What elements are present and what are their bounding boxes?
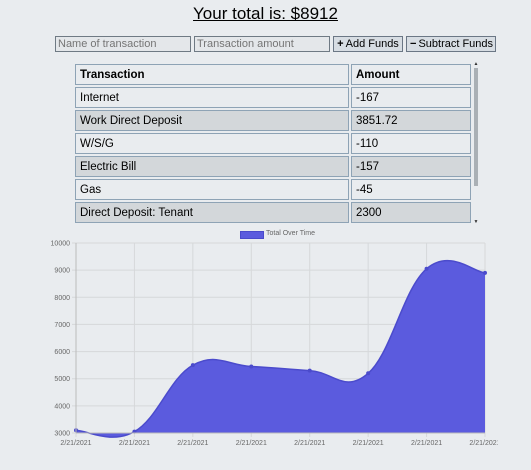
transaction-amount-input[interactable]: [194, 36, 330, 52]
y-tick-label: 3000: [54, 431, 70, 438]
subtract-funds-button[interactable]: − Subtract Funds: [406, 36, 496, 52]
y-tick-label: 4000: [54, 403, 70, 410]
transactions-table: Transaction Amount Internet -167 Work Di…: [73, 62, 473, 225]
y-tick-label: 7000: [54, 322, 70, 329]
x-tick-label: 2/21/2021: [60, 440, 91, 447]
add-funds-label: Add Funds: [345, 38, 399, 50]
y-tick-label: 10000: [51, 241, 71, 248]
table-scrollbar[interactable]: ▲ ▼: [473, 62, 479, 225]
x-tick-label: 2/21/2021: [177, 440, 208, 447]
add-funds-button[interactable]: + Add Funds: [333, 36, 403, 52]
y-tick-label: 6000: [54, 349, 70, 356]
transaction-amount-cell: 3851.72: [351, 110, 471, 131]
scroll-down-icon[interactable]: ▼: [473, 220, 479, 225]
data-point: [307, 368, 312, 373]
column-header-amount: Amount: [351, 64, 471, 85]
x-tick-label: 2/21/2021: [353, 440, 384, 447]
transaction-name-cell: Electric Bill: [75, 156, 349, 177]
table-row: Work Direct Deposit 3851.72: [75, 110, 471, 131]
data-point: [483, 270, 487, 275]
table-row: Electric Bill -157: [75, 156, 471, 177]
data-point: [190, 363, 195, 368]
x-tick-label: 2/21/2021: [469, 440, 498, 447]
scrollbar-thumb[interactable]: [474, 68, 478, 186]
x-tick-label: 2/21/2021: [411, 440, 442, 447]
transaction-name-input[interactable]: [55, 36, 191, 52]
transaction-name-cell: Gas: [75, 179, 349, 200]
column-header-transaction: Transaction: [75, 64, 349, 85]
transaction-amount-cell: 2300: [351, 202, 471, 223]
transaction-amount-cell: -110: [351, 133, 471, 154]
subtract-funds-label: Subtract Funds: [418, 38, 494, 50]
transaction-name-cell: Work Direct Deposit: [75, 110, 349, 131]
y-tick-label: 8000: [54, 295, 70, 302]
x-tick-label: 2/21/2021: [294, 440, 325, 447]
x-tick-label: 2/21/2021: [119, 440, 150, 447]
data-point: [366, 371, 371, 376]
table-row: W/S/G -110: [75, 133, 471, 154]
series-area: [76, 260, 485, 438]
plus-icon: +: [337, 38, 344, 50]
y-tick-label: 5000: [54, 376, 70, 383]
table-row: Internet -167: [75, 87, 471, 108]
transaction-name-cell: Internet: [75, 87, 349, 108]
data-point: [249, 364, 254, 369]
table-row: Gas -45: [75, 179, 471, 200]
y-tick-label: 9000: [54, 268, 70, 275]
total-balance: Your total is: $8912: [193, 4, 338, 23]
table-row: Direct Deposit: Tenant 2300: [75, 202, 471, 223]
transactions-table-container: Transaction Amount Internet -167 Work Di…: [73, 62, 479, 225]
minus-icon: −: [410, 38, 417, 50]
x-tick-label: 2/21/2021: [236, 440, 267, 447]
total-over-time-chart: 3000 4000 5000 6000 7000 8000 9000 10000 2/21/20…: [51, 241, 498, 448]
transaction-name-cell: Direct Deposit: Tenant: [75, 202, 349, 223]
transaction-name-cell: W/S/G: [75, 133, 349, 154]
transaction-amount-cell: -45: [351, 179, 471, 200]
transaction-amount-cell: -167: [351, 87, 471, 108]
scroll-up-icon[interactable]: ▲: [473, 62, 479, 67]
data-point: [424, 266, 429, 271]
transaction-amount-cell: -157: [351, 156, 471, 177]
